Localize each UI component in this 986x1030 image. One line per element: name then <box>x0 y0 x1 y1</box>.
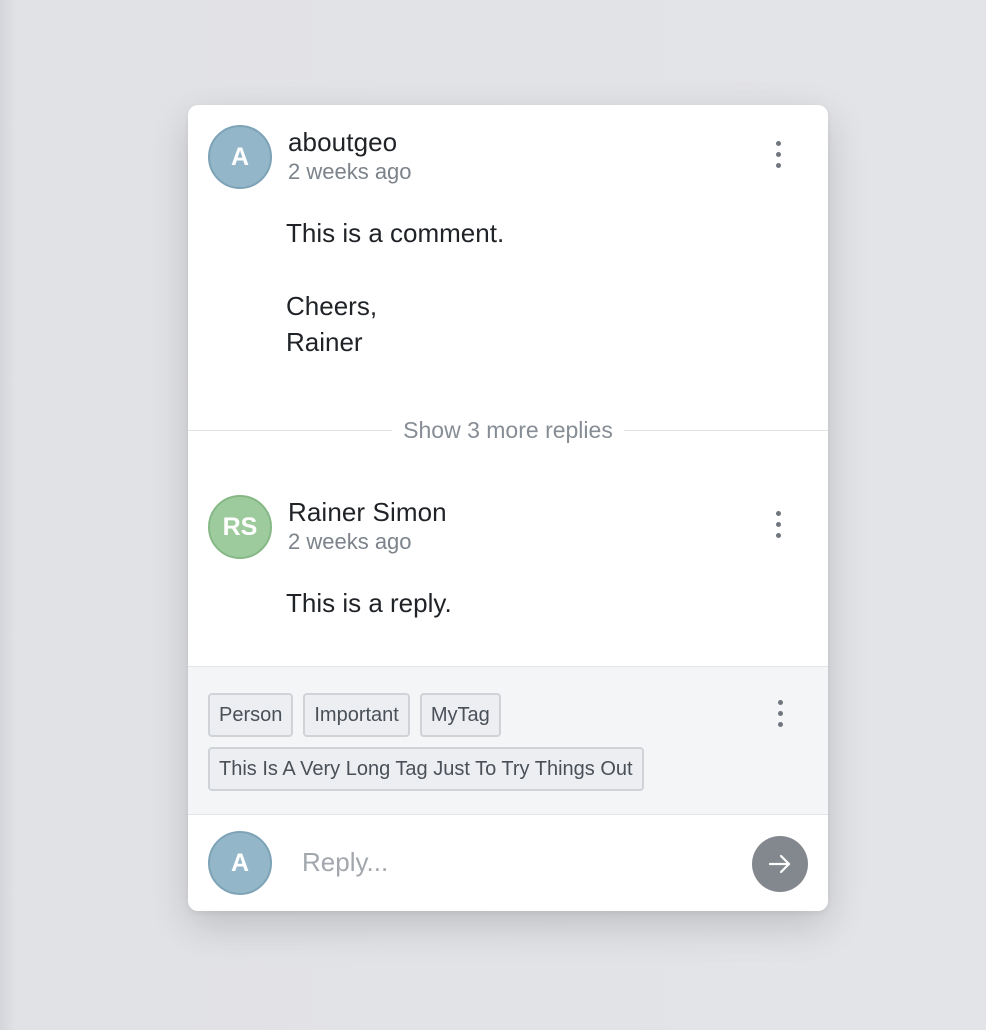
comment-body-line: This is a comment. <box>286 218 505 248</box>
show-more-replies-divider: Show 3 more replies <box>188 417 828 444</box>
comment-body: This is a comment. Cheers, Rainer <box>286 215 504 360</box>
avatar-initials: RS <box>222 512 258 541</box>
arrow-right-icon <box>768 854 791 874</box>
comment-timestamp: 2 weeks ago <box>288 159 412 184</box>
avatar: RS <box>208 495 272 559</box>
comment-author: Rainer Simon <box>288 497 447 527</box>
send-reply-button[interactable] <box>752 836 808 892</box>
show-more-replies-button[interactable]: Show 3 more replies <box>392 417 624 444</box>
tag-person[interactable]: Person <box>208 693 294 737</box>
comment-body-line: Rainer <box>286 327 363 357</box>
tag-list: Person Important MyTag This Is A Very Lo… <box>208 693 728 791</box>
avatar-initials: A <box>230 142 250 171</box>
comment-body-line: Cheers, <box>286 291 378 321</box>
annotation-popup: A aboutgeo 2 weeks ago This is a comment… <box>188 105 828 911</box>
comment-timestamp: 2 weeks ago <box>288 529 412 554</box>
avatar: A <box>208 125 272 189</box>
tags-section: Person Important MyTag This Is A Very Lo… <box>188 666 828 815</box>
tag-long[interactable]: This Is A Very Long Tag Just To Try Thin… <box>208 747 644 791</box>
avatar-initials: A <box>230 848 250 877</box>
comment-author: aboutgeo <box>288 127 398 157</box>
kebab-menu-icon <box>775 510 781 516</box>
comment-body-line: This is a reply. <box>286 588 452 618</box>
kebab-menu-icon <box>777 699 783 705</box>
avatar: A <box>208 831 272 895</box>
comment-menu-button[interactable] <box>764 134 792 174</box>
tags-menu-button[interactable] <box>766 693 794 733</box>
comment-body: This is a reply. <box>286 585 452 621</box>
reply-input[interactable] <box>288 837 728 887</box>
reply-bar: A <box>188 815 828 911</box>
kebab-menu-icon <box>775 140 781 146</box>
comment-reply: RS Rainer Simon 2 weeks ago This is a re… <box>188 475 828 665</box>
tag-important[interactable]: Important <box>303 693 410 737</box>
comment: A aboutgeo 2 weeks ago This is a comment… <box>188 105 828 395</box>
tag-mytag[interactable]: MyTag <box>419 693 501 737</box>
comment-menu-button[interactable] <box>764 504 792 544</box>
